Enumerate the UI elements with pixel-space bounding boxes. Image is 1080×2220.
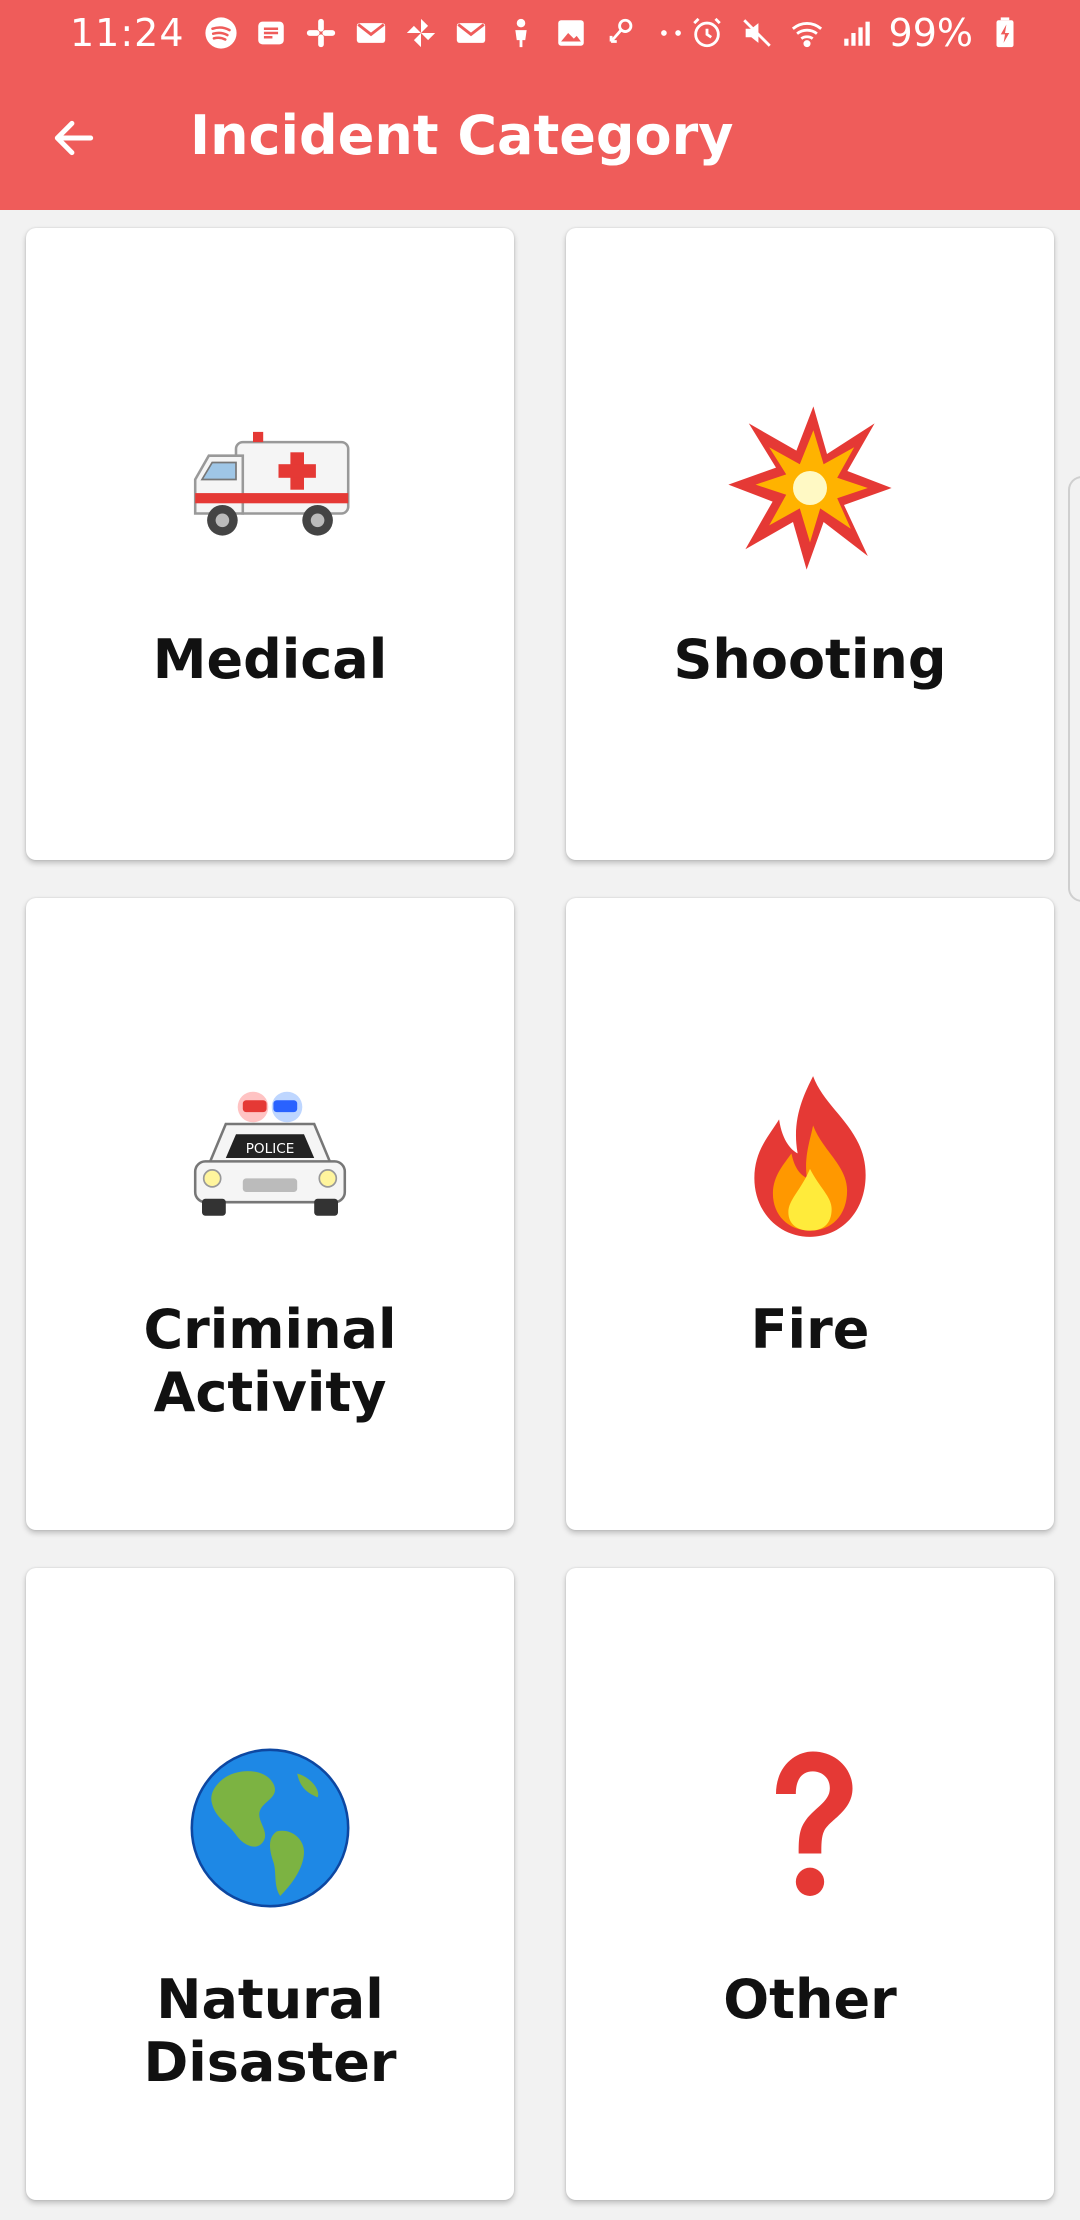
alarm-icon — [689, 15, 725, 51]
notification-icons — [203, 15, 689, 51]
pinwheel-icon — [403, 15, 439, 51]
category-card-natural-disaster[interactable]: Natural Disaster — [26, 1568, 514, 2200]
category-card-other[interactable]: Other — [566, 1568, 1054, 2200]
system-icons: 99% — [689, 11, 1023, 55]
mute-icon — [739, 15, 775, 51]
more-dots-icon — [653, 15, 689, 51]
gmail-icon — [453, 15, 489, 51]
spotify-icon — [203, 15, 239, 51]
back-button[interactable] — [44, 108, 104, 168]
police-car-icon: POLICE — [26, 1078, 514, 1238]
category-label-medical: Medical — [152, 628, 388, 691]
fire-icon — [566, 1076, 1054, 1238]
category-label-fire: Fire — [750, 1298, 870, 1361]
page-title: Incident Category — [190, 104, 734, 167]
category-card-criminal-activity[interactable]: POLICE Criminal Activity — [26, 898, 514, 1530]
category-card-fire[interactable]: Fire — [566, 898, 1054, 1530]
ambulance-icon — [26, 408, 514, 568]
image-icon — [553, 15, 589, 51]
status-bar: 11:24 99% — [0, 0, 1080, 66]
category-label-criminal-activity: Criminal Activity — [143, 1298, 397, 1424]
slack-icon — [303, 15, 339, 51]
gmail-icon — [353, 15, 389, 51]
category-label-shooting: Shooting — [673, 628, 947, 691]
battery-percent: 99% — [888, 11, 973, 55]
person-icon — [503, 15, 539, 51]
app-screen: 11:24 99% Incident Category Medical Shoo… — [0, 0, 1080, 2220]
category-grid: Medical Shooting POLICE Criminal Activit… — [0, 210, 1080, 2220]
edge-panel-handle[interactable] — [1068, 476, 1080, 902]
collision-icon — [566, 406, 1054, 570]
category-label-natural-disaster: Natural Disaster — [143, 1968, 397, 2094]
signal-icon — [839, 15, 875, 51]
status-time: 11:24 — [70, 11, 185, 55]
question-mark-icon — [566, 1748, 1054, 1908]
arrow-back-icon — [54, 120, 94, 156]
category-card-shooting[interactable]: Shooting — [566, 228, 1054, 860]
category-card-medical[interactable]: Medical — [26, 228, 514, 860]
battery-charging-icon — [987, 15, 1023, 51]
app-bar: Incident Category — [0, 66, 1080, 210]
link-icon — [603, 15, 639, 51]
message-icon — [253, 15, 289, 51]
category-label-other: Other — [723, 1968, 897, 2031]
svg-text:POLICE: POLICE — [246, 1141, 295, 1157]
globe-icon — [26, 1748, 514, 1908]
wifi-icon — [789, 15, 825, 51]
